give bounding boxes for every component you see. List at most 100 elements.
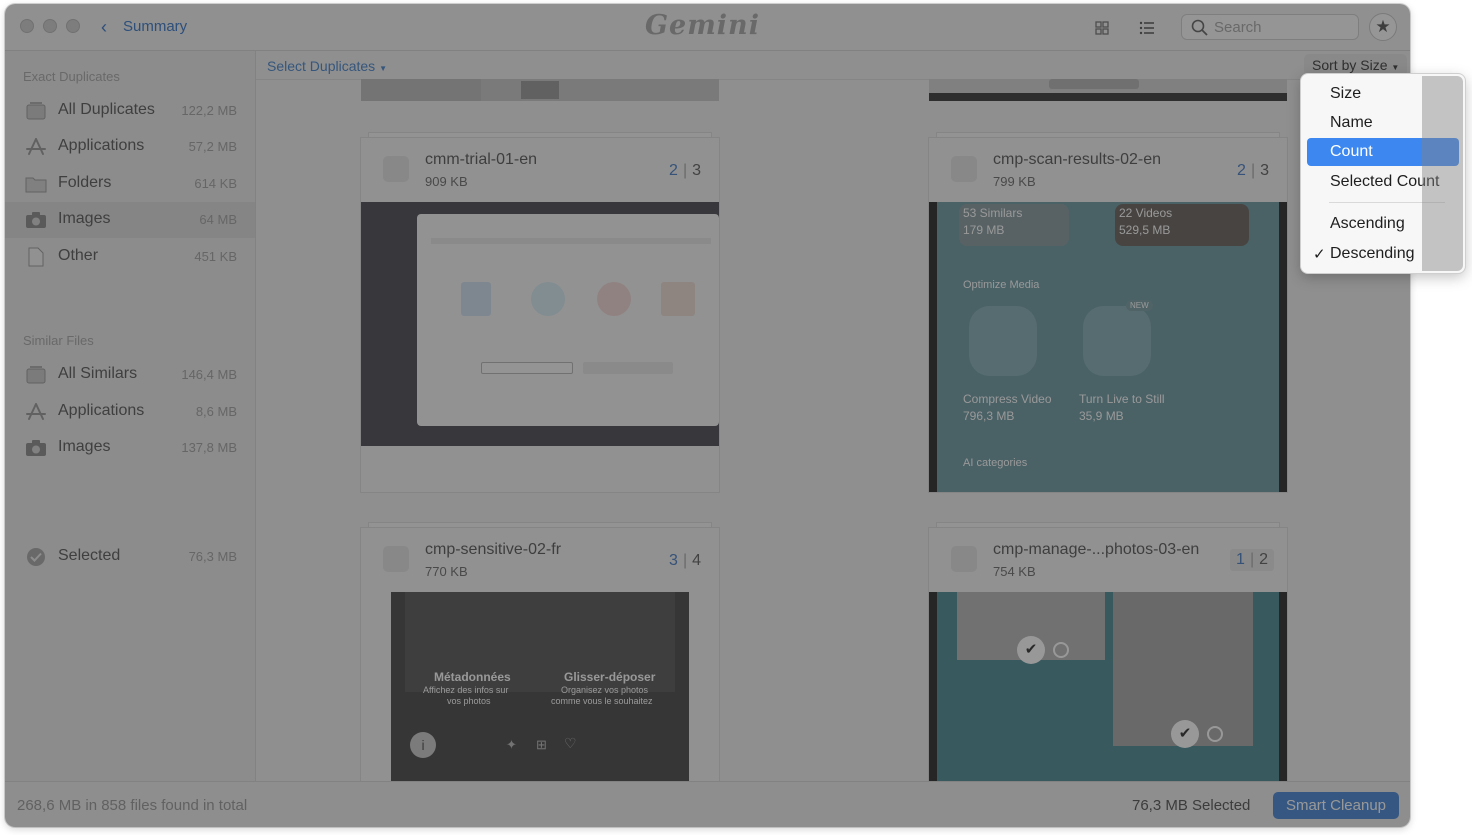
sidebar-item-label: Selected bbox=[58, 547, 121, 564]
select-duplicates-menu[interactable]: Select Duplicates ▼ bbox=[267, 58, 387, 74]
menu-item-label: Descending bbox=[1330, 245, 1415, 262]
duplicate-count[interactable]: 3 | 4 bbox=[669, 552, 701, 570]
smart-cleanup-button[interactable]: Smart Cleanup bbox=[1273, 792, 1399, 819]
sidebar-item-all-similars[interactable]: All Similars 146,4 MB bbox=[5, 357, 255, 393]
duplicate-count[interactable]: 2 | 3 bbox=[1237, 162, 1269, 180]
card-preview-image: 53 Similars 179 MB 22 Videos 529,5 MB Op… bbox=[929, 202, 1287, 492]
previous-card-preview[interactable] bbox=[929, 79, 1287, 101]
list-view-icon bbox=[1139, 21, 1154, 35]
selected-count: 1 bbox=[1236, 551, 1245, 568]
selected-count: 2 bbox=[1237, 162, 1246, 179]
sidebar: Exact Duplicates All Duplicates 122,2 MB… bbox=[5, 51, 256, 781]
sidebar-item-all-duplicates[interactable]: All Duplicates 122,2 MB bbox=[5, 93, 255, 129]
back-chevron-icon[interactable]: ‹ bbox=[101, 17, 107, 38]
search-field[interactable]: Search bbox=[1181, 14, 1359, 40]
sidebar-item-images[interactable]: Images 64 MB bbox=[5, 202, 255, 238]
preview-text: Turn Live to Still bbox=[1079, 392, 1165, 406]
zoom-window-button[interactable] bbox=[66, 19, 80, 33]
sparkle-icon: ✦ bbox=[506, 737, 517, 752]
sidebar-item-size: 614 KB bbox=[194, 176, 237, 191]
duplicate-card[interactable]: cmp-manage-...photos-03-en 754 KB 1 | 2 ✔ … bbox=[929, 528, 1287, 788]
status-bar: 268,6 MB in 858 files found in total 76,… bbox=[5, 781, 1410, 827]
preview-text: 796,3 MB bbox=[963, 409, 1015, 423]
sidebar-item-label: All Duplicates bbox=[58, 101, 155, 118]
sidebar-item-applications[interactable]: Applications 57,2 MB bbox=[5, 129, 255, 165]
sort-by-popup[interactable]: Sort by Size ▼ bbox=[1304, 54, 1408, 76]
duplicate-card[interactable]: cmp-scan-results-02-en 799 KB 2 | 3 53 Sim… bbox=[929, 138, 1287, 492]
sidebar-item-similar-applications[interactable]: Applications 8,6 MB bbox=[5, 394, 255, 430]
folder-icon bbox=[25, 177, 47, 193]
heart-icon: ♡ bbox=[564, 735, 577, 751]
dropdown-arrow-icon: ▼ bbox=[1391, 63, 1400, 72]
info-icon: i bbox=[410, 732, 436, 758]
titlebar: ‹ Summary Gemini Search ★ bbox=[5, 4, 1410, 51]
preview-text: Affichez des infos sur bbox=[423, 685, 509, 695]
back-to-summary-link[interactable]: Summary bbox=[123, 18, 187, 35]
card-file-name: cmp-manage-...photos-03-en bbox=[993, 541, 1200, 558]
selected-count: 3 bbox=[669, 552, 678, 569]
selected-size-text: 76,3 MB Selected bbox=[1132, 797, 1251, 814]
card-file-size: 909 KB bbox=[425, 174, 468, 189]
card-header: cmp-sensitive-02-fr 770 KB 3 | 4 bbox=[361, 528, 719, 592]
sidebar-item-size: 122,2 MB bbox=[181, 103, 237, 118]
preview-text: 529,5 MB bbox=[1119, 223, 1171, 237]
preview-text: comme vous le souhaitez bbox=[551, 696, 653, 706]
sidebar-item-folders[interactable]: Folders 614 KB bbox=[5, 166, 255, 202]
total-count: 3 bbox=[692, 162, 701, 179]
grid-view-icon bbox=[1095, 21, 1109, 35]
image-file-icon bbox=[383, 156, 409, 182]
sidebar-item-selected[interactable]: Selected 76,3 MB bbox=[5, 539, 255, 575]
similar-files-heading: Similar Files bbox=[23, 333, 94, 348]
menu-item-label: Name bbox=[1330, 114, 1373, 131]
card-preview-image: Métadonnées Affichez des infos sur vos p… bbox=[361, 592, 719, 788]
app-store-icon bbox=[26, 138, 46, 155]
select-duplicates-label: Select Duplicates bbox=[267, 58, 376, 74]
duplicate-card[interactable]: cmm-trial-01-en 909 KB 2 | 3 bbox=[361, 138, 719, 492]
checkmark-icon: ✓ bbox=[1313, 246, 1326, 263]
image-file-icon bbox=[951, 156, 977, 182]
star-icon: ★ bbox=[1375, 17, 1391, 36]
image-file-icon bbox=[951, 546, 977, 572]
sidebar-item-label: Other bbox=[58, 247, 99, 264]
total-count: 3 bbox=[1260, 162, 1269, 179]
sidebar-item-size: 8,6 MB bbox=[195, 404, 237, 419]
new-badge: NEW bbox=[1126, 300, 1153, 311]
preview-text: 179 MB bbox=[963, 223, 1005, 237]
minimize-window-button[interactable] bbox=[43, 19, 57, 33]
close-window-button[interactable] bbox=[20, 19, 34, 33]
sidebar-item-label: Applications bbox=[58, 137, 145, 154]
preview-text: Compress Video bbox=[963, 392, 1052, 406]
preview-text: Organisez vos photos bbox=[561, 685, 649, 695]
check-badge-icon: ✔ bbox=[1017, 636, 1045, 664]
gemini-logo: Gemini bbox=[645, 10, 760, 41]
menu-item-label: Size bbox=[1330, 85, 1362, 102]
sidebar-item-size: 64 MB bbox=[199, 212, 237, 227]
sidebar-item-other[interactable]: Other 451 KB bbox=[5, 239, 255, 275]
list-view-button[interactable] bbox=[1135, 16, 1159, 40]
sidebar-item-label: Folders bbox=[58, 174, 112, 191]
duplicate-card[interactable]: cmp-sensitive-02-fr 770 KB 3 | 4 Métadonné… bbox=[361, 528, 719, 788]
sidebar-item-label: Images bbox=[58, 438, 111, 455]
total-count: 2 bbox=[1259, 551, 1268, 568]
checkmark-circle-icon bbox=[27, 548, 45, 566]
duplicate-count[interactable]: 1 | 2 bbox=[1230, 549, 1274, 571]
card-header: cmp-scan-results-02-en 799 KB 2 | 3 bbox=[929, 138, 1287, 202]
card-file-size: 799 KB bbox=[993, 174, 1036, 189]
search-icon bbox=[1191, 19, 1208, 36]
results-area: Select Duplicates ▼ Sort by Size ▼ cmm-t… bbox=[256, 51, 1410, 788]
stack-icon bbox=[26, 102, 46, 120]
grid-view-button[interactable] bbox=[1090, 16, 1114, 40]
dropdown-arrow-icon: ▼ bbox=[379, 64, 387, 73]
sidebar-item-size: 76,3 MB bbox=[188, 549, 237, 564]
preview-text: AI categories bbox=[963, 457, 1028, 469]
previous-card-preview[interactable] bbox=[361, 79, 719, 101]
document-icon bbox=[28, 247, 44, 267]
duplicate-count[interactable]: 2 | 3 bbox=[669, 162, 701, 180]
card-file-name: cmp-sensitive-02-fr bbox=[425, 541, 562, 558]
preview-text: Glisser-déposer bbox=[564, 670, 656, 684]
sidebar-item-similar-images[interactable]: Images 137,8 MB bbox=[5, 430, 255, 466]
card-header: cmm-trial-01-en 909 KB 2 | 3 bbox=[361, 138, 719, 202]
favorites-button[interactable]: ★ bbox=[1369, 13, 1397, 41]
stack-icon bbox=[26, 366, 46, 384]
preview-text: 53 Similars bbox=[963, 206, 1023, 220]
